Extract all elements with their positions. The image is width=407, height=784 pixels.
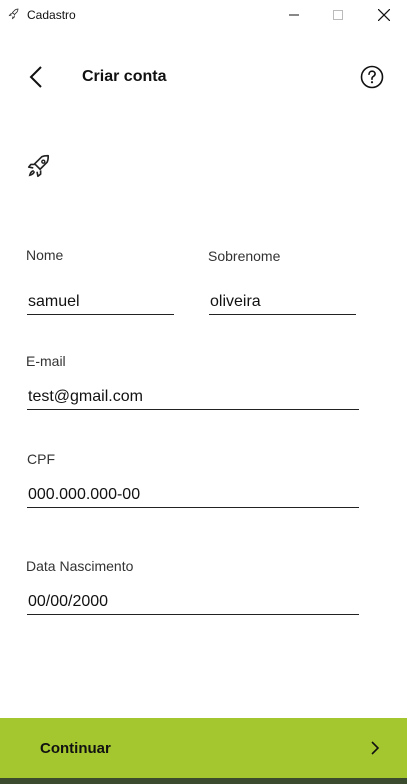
maximize-icon (333, 10, 343, 20)
close-icon (378, 9, 390, 21)
window-titlebar: Cadastro (0, 0, 407, 30)
back-button[interactable] (24, 63, 48, 91)
page-title: Criar conta (82, 68, 167, 85)
cpf-field[interactable] (27, 482, 359, 508)
email-label: E-mail (26, 353, 66, 369)
sobrenome-field[interactable] (209, 289, 356, 315)
minimize-icon (289, 14, 299, 16)
nome-label: Nome (26, 247, 64, 263)
window-title: Cadastro (27, 8, 76, 22)
help-icon[interactable] (360, 65, 384, 89)
cpf-label: CPF (27, 451, 55, 467)
sobrenome-label: Sobrenome (208, 248, 281, 264)
rocket-icon (27, 154, 50, 178)
close-button[interactable] (361, 0, 407, 30)
continue-button[interactable]: Continuar (0, 718, 407, 778)
nascimento-label: Data Nascimento (26, 558, 134, 574)
nascimento-field[interactable] (27, 589, 359, 615)
chevron-right-icon (371, 741, 380, 755)
rocket-app-icon (8, 8, 19, 20)
minimize-button[interactable] (271, 0, 317, 30)
chevron-left-icon (29, 66, 42, 88)
email-field[interactable] (27, 384, 359, 410)
continue-label: Continuar (40, 740, 111, 757)
background-strip (0, 778, 407, 784)
maximize-button[interactable] (315, 0, 361, 30)
nome-field[interactable] (27, 289, 174, 315)
